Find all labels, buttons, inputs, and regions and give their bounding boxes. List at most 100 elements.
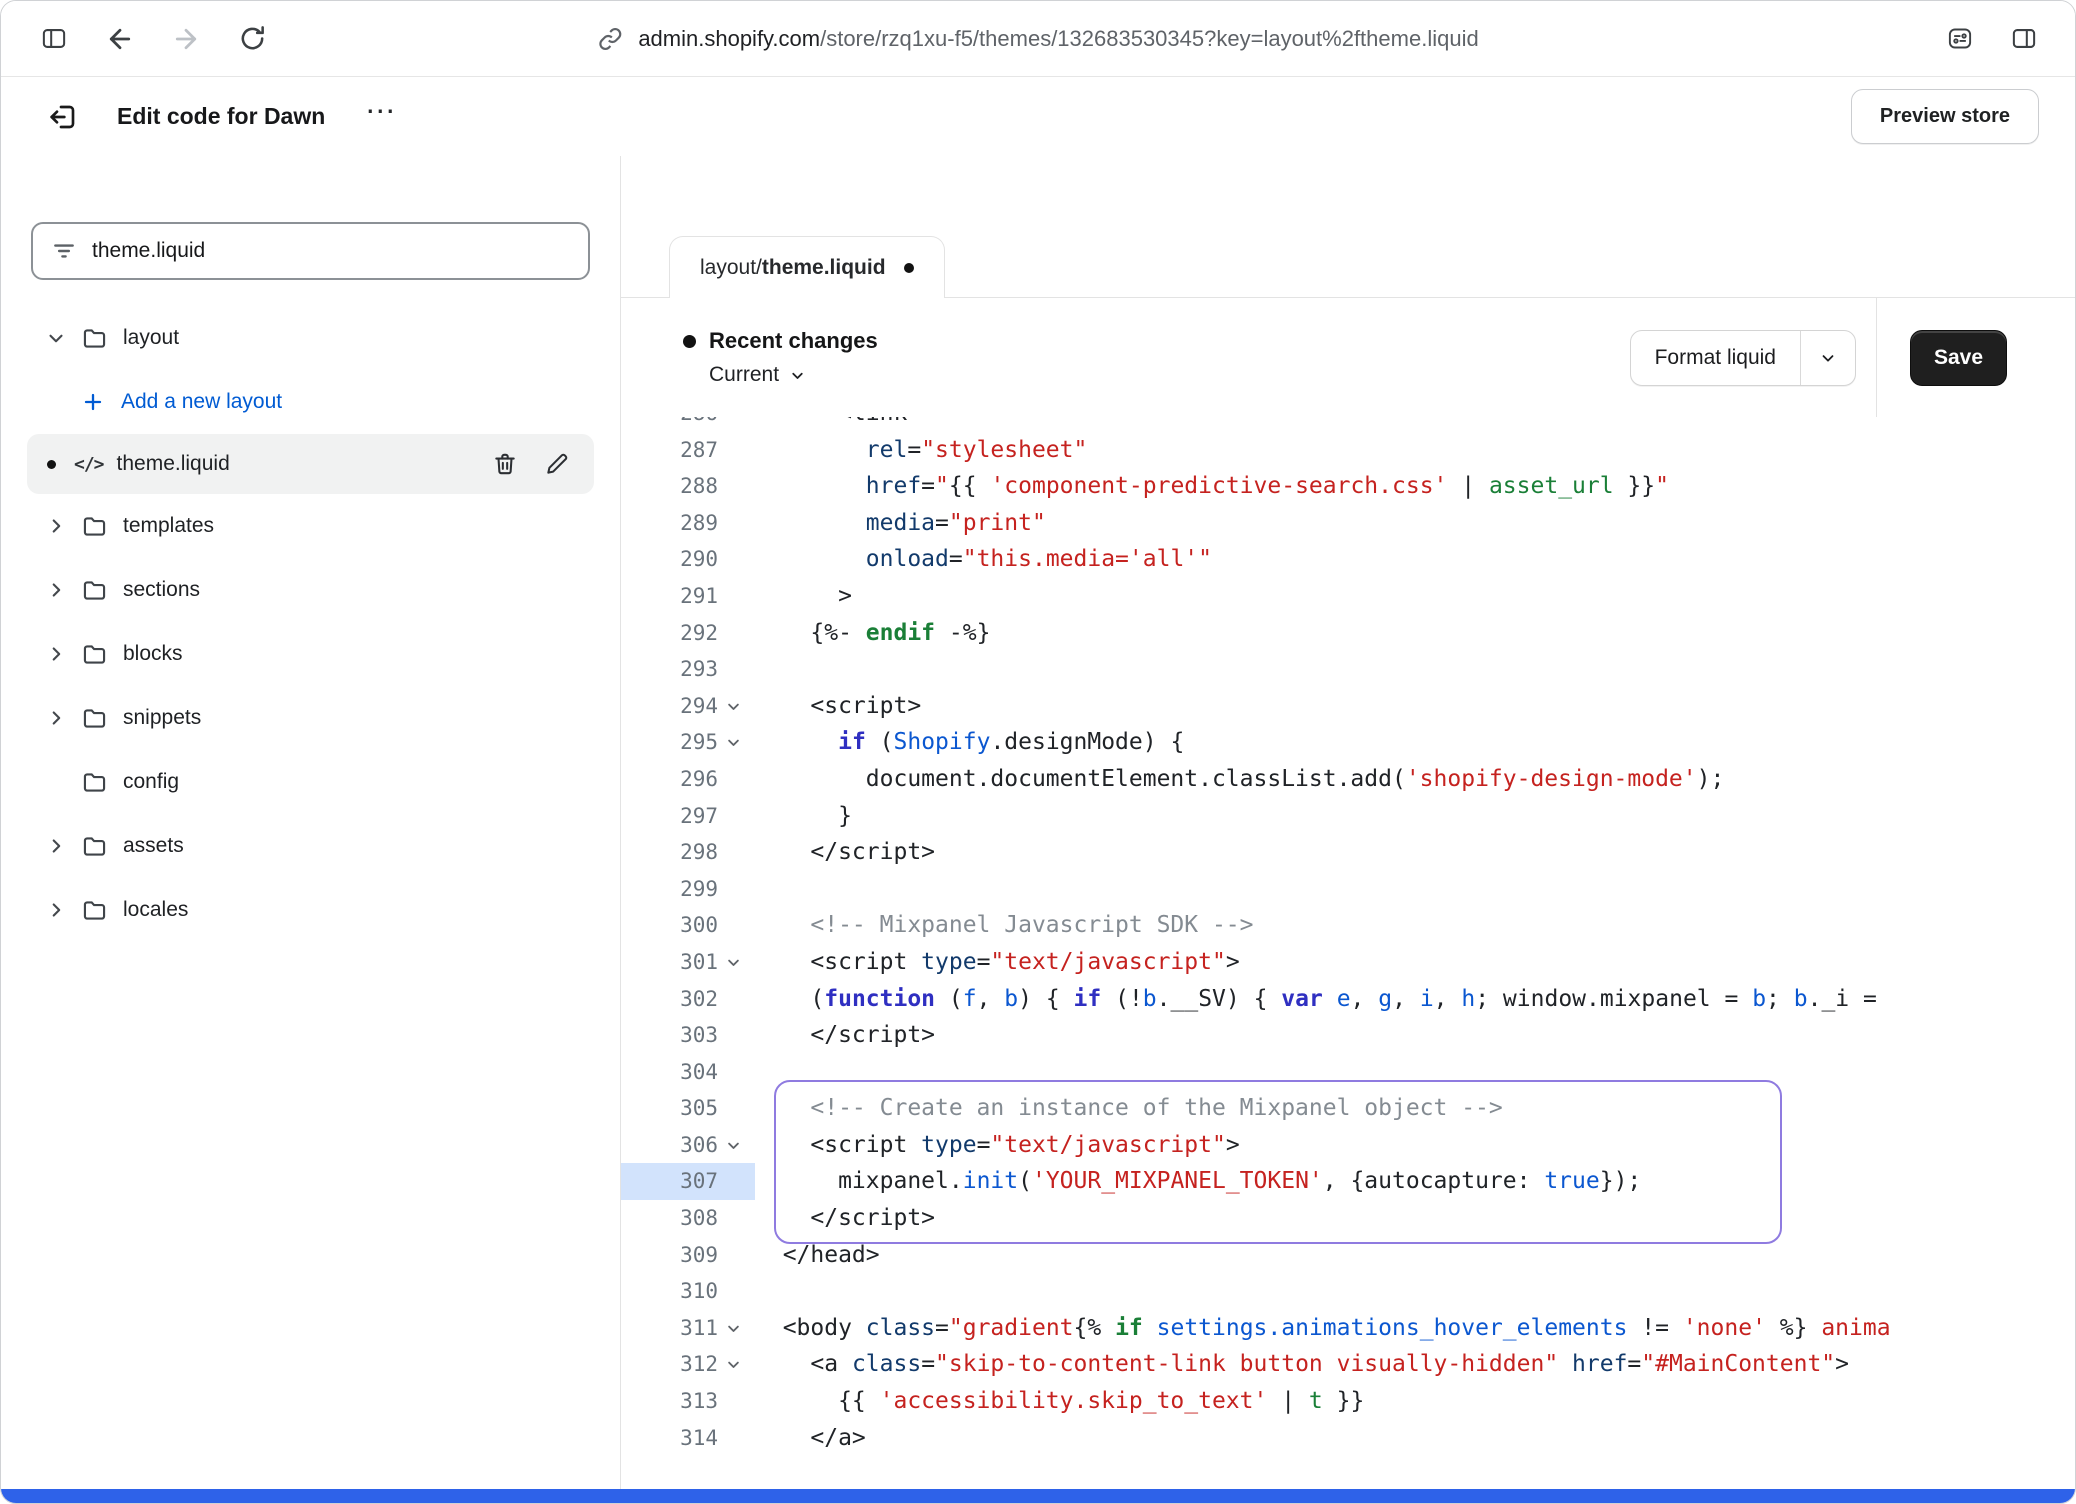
code-text: </script>: [755, 834, 935, 871]
code-line[interactable]: 314 </a>: [621, 1420, 2075, 1457]
panel-right-icon: [2009, 25, 2039, 52]
sidebar-item-sections[interactable]: sections: [1, 558, 620, 622]
recent-changes-label: Recent changes: [709, 328, 878, 354]
code-line[interactable]: 302 (function (f, b) { if (!b.__SV) { va…: [621, 981, 2075, 1018]
line-number: 286: [621, 417, 718, 432]
code-line[interactable]: 303 </script>: [621, 1017, 2075, 1054]
sidebar-item-label: templates: [123, 514, 214, 538]
save-button[interactable]: Save: [1910, 330, 2007, 386]
code-text: <script type="text/javascript">: [755, 944, 1240, 981]
sidebar-item-locales[interactable]: locales: [1, 878, 620, 942]
tune-icon: [1945, 25, 1975, 52]
chevron-right-icon: [45, 579, 69, 601]
code-text: </a>: [755, 1420, 866, 1457]
forward-button[interactable]: [167, 20, 205, 58]
code-line[interactable]: 294 <script>: [621, 688, 2075, 725]
chevron-down-icon[interactable]: [1801, 331, 1855, 385]
recent-changes-dot-icon: [683, 335, 696, 348]
sidebar-item-label: layout: [123, 326, 179, 350]
code-line[interactable]: 290 onload="this.media='all'": [621, 541, 2075, 578]
code-line[interactable]: 286 <link: [621, 417, 2075, 432]
line-number: 309: [621, 1237, 718, 1274]
line-number: 300: [621, 907, 718, 944]
sidebar-item-config[interactable]: config: [1, 750, 620, 814]
url-bar[interactable]: admin.shopify.com/store/rzq1xu-f5/themes…: [597, 26, 1478, 52]
sidebar-item-assets[interactable]: assets: [1, 814, 620, 878]
version-dropdown[interactable]: Current: [709, 363, 878, 387]
chevron-down-icon: [45, 327, 69, 349]
sidebar-item-label: snippets: [123, 706, 201, 730]
code-editor[interactable]: 286 <link287 rel="stylesheet"288 href="{…: [621, 417, 2075, 1491]
fold-spacer: [718, 651, 755, 688]
sidebar-item-layout[interactable]: layout: [1, 306, 620, 370]
code-line[interactable]: 296 document.documentElement.classList.a…: [621, 761, 2075, 798]
code-text: rel="stylesheet": [755, 432, 1087, 469]
code-text: (function (f, b) { if (!b.__SV) { var e,…: [755, 981, 1877, 1018]
add-new-layout-button[interactable]: Add a new layout: [1, 370, 620, 434]
sidebar-toggle-button[interactable]: [35, 20, 73, 58]
split-view-button[interactable]: [2005, 20, 2043, 58]
code-line[interactable]: 304: [621, 1054, 2075, 1091]
file-tree: layout Add a new layout </> theme.liquid: [1, 306, 620, 942]
code-line[interactable]: 307 mixpanel.init('YOUR_MIXPANEL_TOKEN',…: [621, 1163, 2075, 1200]
code-text: onload="this.media='all'": [755, 541, 1212, 578]
code-text: mixpanel.init('YOUR_MIXPANEL_TOKEN', {au…: [755, 1163, 1641, 1200]
code-text: </script>: [755, 1017, 935, 1054]
fold-chevron-icon[interactable]: [718, 1310, 755, 1347]
rename-file-button[interactable]: [540, 447, 574, 481]
sidebar-item-templates[interactable]: templates: [1, 494, 620, 558]
exit-code-editor-button[interactable]: [41, 95, 85, 139]
code-line[interactable]: 301 <script type="text/javascript">: [621, 944, 2075, 981]
reload-button[interactable]: [233, 20, 271, 58]
fold-chevron-icon[interactable]: [718, 688, 755, 725]
code-line[interactable]: 295 if (Shopify.designMode) {: [621, 724, 2075, 761]
chevron-right-icon: [45, 835, 69, 857]
fold-spacer: [718, 761, 755, 798]
sidebar-item-blocks[interactable]: blocks: [1, 622, 620, 686]
file-search-input[interactable]: [92, 239, 570, 263]
fold-chevron-icon[interactable]: [718, 944, 755, 981]
code-line[interactable]: 289 media="print": [621, 505, 2075, 542]
code-line[interactable]: 291 >: [621, 578, 2075, 615]
more-menu-button[interactable]: ⋯: [359, 97, 403, 137]
fold-spacer: [718, 432, 755, 469]
code-line[interactable]: 311 <body class="gradient{% if settings.…: [621, 1310, 2075, 1347]
line-number: 304: [621, 1054, 718, 1091]
code-line[interactable]: 305 <!-- Create an instance of the Mixpa…: [621, 1090, 2075, 1127]
fold-chevron-icon[interactable]: [718, 1127, 755, 1164]
fold-chevron-icon[interactable]: [718, 1346, 755, 1383]
code-line[interactable]: 308 </script>: [621, 1200, 2075, 1237]
code-line[interactable]: 306 <script type="text/javascript">: [621, 1127, 2075, 1164]
code-line[interactable]: 297 }: [621, 798, 2075, 835]
code-line[interactable]: 312 <a class="skip-to-content-link butto…: [621, 1346, 2075, 1383]
browser-tools-button[interactable]: [1941, 20, 1979, 58]
folder-icon: [81, 577, 109, 604]
delete-file-button[interactable]: [488, 447, 522, 481]
code-line[interactable]: 298 </script>: [621, 834, 2075, 871]
chevron-right-icon: [45, 643, 69, 665]
fold-spacer: [718, 1237, 755, 1274]
code-line[interactable]: 288 href="{{ 'component-predictive-searc…: [621, 468, 2075, 505]
code-line[interactable]: 309 </head>: [621, 1237, 2075, 1274]
code-line[interactable]: 313 {{ 'accessibility.skip_to_text' | t …: [621, 1383, 2075, 1420]
unsaved-dot-icon: [904, 263, 914, 273]
line-number: 302: [621, 981, 718, 1018]
back-button[interactable]: [101, 20, 139, 58]
browser-toolbar: admin.shopify.com/store/rzq1xu-f5/themes…: [1, 1, 2075, 77]
code-line[interactable]: 292 {%- endif -%}: [621, 615, 2075, 652]
preview-store-button[interactable]: Preview store: [1851, 89, 2039, 144]
format-liquid-button[interactable]: Format liquid: [1630, 330, 1856, 386]
code-line[interactable]: 293: [621, 651, 2075, 688]
tab-layout-theme-liquid[interactable]: layout/theme.liquid: [669, 236, 945, 298]
code-line[interactable]: 300 <!-- Mixpanel Javascript SDK -->: [621, 907, 2075, 944]
code-text: href="{{ 'component-predictive-search.cs…: [755, 468, 1669, 505]
code-line[interactable]: 310: [621, 1273, 2075, 1310]
sidebar-item-snippets[interactable]: snippets: [1, 686, 620, 750]
fold-chevron-icon[interactable]: [718, 724, 755, 761]
code-line[interactable]: 299: [621, 871, 2075, 908]
fold-spacer: [718, 615, 755, 652]
unsaved-dot-icon: [47, 460, 56, 469]
code-line[interactable]: 287 rel="stylesheet": [621, 432, 2075, 469]
sidebar-item-theme-liquid[interactable]: </> theme.liquid: [27, 434, 594, 494]
fold-spacer: [718, 981, 755, 1018]
